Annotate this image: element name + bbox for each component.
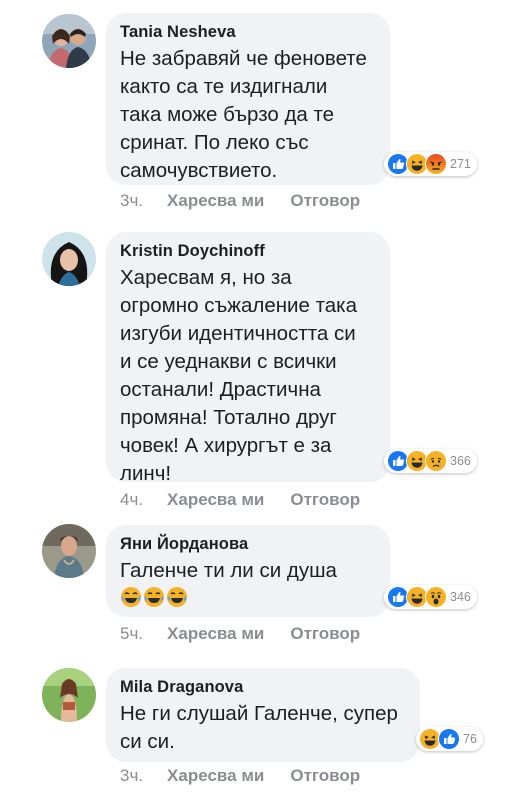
like-reaction-icon — [438, 728, 460, 750]
like-button[interactable]: Харесва ми — [167, 490, 264, 509]
comment-timestamp[interactable]: 3ч. — [120, 191, 143, 210]
comment-author[interactable]: Kristin Doychinoff — [120, 242, 376, 261]
like-button[interactable]: Харесва ми — [167, 191, 264, 210]
comment-text-content: Галенче ти ли си душа — [120, 559, 337, 582]
comment-actions: 4ч. Харесва ми Отговор — [120, 490, 360, 510]
comment-actions: 3ч. Харесва ми Отговор — [120, 766, 360, 786]
comment-actions: 3ч. Харесва ми Отговор — [120, 191, 360, 211]
comment-bubble: Kristin Doychinoff Харесвам я, но за огр… — [106, 232, 390, 485]
reply-button[interactable]: Отговор — [290, 624, 360, 643]
tears-of-joy-emoji-icon — [166, 586, 188, 608]
reply-button[interactable]: Отговор — [290, 766, 360, 785]
comment-text: Не ги слушай Галенче, супер си си. — [120, 702, 398, 753]
reply-button[interactable]: Отговор — [290, 191, 360, 210]
comment-text: Галенче ти ли си душа — [120, 557, 376, 613]
avatar[interactable] — [42, 668, 96, 722]
comment-bubble: Mila Draganova Не ги слушай Галенче, суп… — [106, 668, 420, 762]
like-button[interactable]: Харесва ми — [167, 766, 264, 785]
wow-reaction-icon — [425, 586, 447, 608]
sad-reaction-icon — [425, 450, 447, 472]
tears-of-joy-emoji-icon — [143, 586, 165, 608]
avatar[interactable] — [42, 14, 96, 68]
reactions-summary[interactable]: 271 — [384, 152, 477, 176]
comment-author[interactable]: Tania Nesheva — [120, 23, 376, 42]
reaction-count: 271 — [450, 157, 471, 171]
reactions-summary[interactable]: 76 — [416, 727, 483, 751]
avatar[interactable] — [42, 524, 96, 578]
comment-author[interactable]: Яни Йорданова — [120, 535, 376, 554]
comment-actions: 5ч. Харесва ми Отговор — [120, 624, 360, 644]
comment-author[interactable]: Mila Draganova — [120, 678, 406, 697]
reactions-summary[interactable]: 366 — [384, 449, 477, 473]
tears-of-joy-emoji-icon — [120, 586, 142, 608]
reply-button[interactable]: Отговор — [290, 490, 360, 509]
angry-reaction-icon — [425, 153, 447, 175]
reaction-count: 366 — [450, 454, 471, 468]
reaction-count: 76 — [463, 732, 477, 746]
comment-timestamp[interactable]: 3ч. — [120, 766, 143, 785]
comment-bubble: Tania Nesheva Не забравяй че феновете ка… — [106, 13, 390, 185]
reaction-count: 346 — [450, 590, 471, 604]
like-button[interactable]: Харесва ми — [167, 624, 264, 643]
reactions-summary[interactable]: 346 — [384, 585, 477, 609]
comment-timestamp[interactable]: 5ч. — [120, 624, 143, 643]
comment-timestamp[interactable]: 4ч. — [120, 490, 143, 509]
comment-text: Не забравяй че феновете както са те изди… — [120, 47, 367, 182]
comment-text: Харесвам я, но за огромно съжаление така… — [120, 266, 357, 485]
comment-bubble: Яни Йорданова Галенче ти ли си душа — [106, 525, 390, 617]
avatar[interactable] — [42, 232, 96, 286]
